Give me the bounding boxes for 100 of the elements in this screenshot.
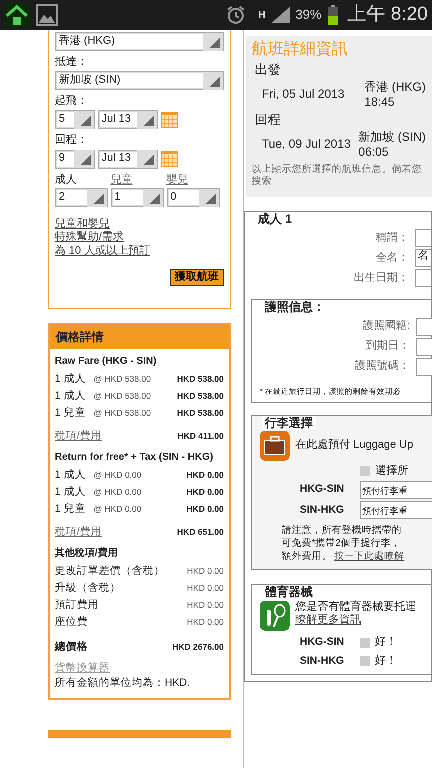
fare-label: 1 成人 — [55, 390, 86, 403]
battery-percent-text: 39% — [296, 6, 322, 24]
calendar-icon[interactable] — [160, 112, 178, 128]
route-label: SIN-HKG — [300, 504, 346, 517]
fieldset-legend: 行李選擇 — [262, 416, 316, 430]
dropdown-arrow-icon — [210, 38, 220, 48]
total-amount: HKD 2676.00 — [172, 642, 224, 653]
text-link[interactable]: 為 10 人或以上預訂 — [55, 244, 150, 257]
taxes-link[interactable]: 稅項/費用 — [55, 430, 102, 443]
month-select[interactable]: Jul 13 — [98, 150, 158, 169]
input-field[interactable] — [415, 229, 431, 248]
taxes-link[interactable]: 稅項/費用 — [55, 526, 102, 539]
segment-label: 回程 — [254, 112, 282, 128]
clock-text: 上午 8:20 — [348, 2, 428, 27]
fare-label: 1 兒童 — [55, 407, 86, 420]
amount-text: HKD 0.00 — [187, 600, 224, 611]
route-label: HKG-SIN — [300, 636, 346, 649]
amount-text: HKD 0.00 — [187, 583, 224, 594]
home-icon[interactable] — [4, 3, 30, 27]
input-field[interactable]: 名 — [415, 249, 431, 268]
month-select[interactable]: Jul 13 — [98, 110, 158, 130]
day-select[interactable]: 9 — [55, 150, 95, 169]
flight-date: Fri, 05 Jul 2013 — [262, 87, 346, 102]
unit-price: @ HKD 538.00 — [94, 374, 152, 385]
field-label: 全名： — [376, 252, 409, 265]
unit-price: @ HKD 538.00 — [94, 391, 152, 402]
fee-label: 預訂費用 — [55, 599, 99, 612]
text-link[interactable]: 兒童和嬰兒 — [55, 218, 110, 230]
passenger-type-link[interactable]: 嬰兒 — [166, 174, 188, 188]
checkbox[interactable] — [360, 638, 370, 648]
passenger-type-label: 成人 — [55, 174, 77, 188]
luggage-note: 請注意，所有登機時攜帶的 可免費*攜帶2個手提行李， 額外費用。 按一下此處瞭解 — [282, 524, 406, 564]
luggage-select[interactable]: 預付行李重 — [360, 501, 432, 520]
total-label: 總價格 — [55, 641, 88, 654]
flight-date: Tue, 09 Jul 2013 — [262, 137, 352, 152]
fare-label: 1 成人 — [55, 486, 86, 499]
destination-select[interactable]: 新加坡 (SIN) — [55, 71, 224, 90]
luggage-select[interactable]: 預付行李重 — [360, 480, 432, 499]
day-select[interactable]: 5 — [55, 110, 95, 130]
fee-label: 更改訂單差價（含稅） — [55, 565, 165, 578]
section-heading: Return for free* + Tax (SIN - HKG) — [55, 452, 214, 464]
checkbox[interactable] — [360, 656, 370, 666]
airport-name: 香港 (HKG) — [364, 80, 426, 95]
amount-text: HKD 0.00 — [186, 470, 224, 481]
network-type-text: H — [258, 8, 266, 22]
flight-time: 06:05 — [358, 144, 390, 159]
amount-text: HKD 0.00 — [186, 487, 224, 498]
more-info-link[interactable]: 按一下此處瞭解 — [334, 550, 405, 562]
search-flights-button[interactable]: 獲取航班 — [170, 268, 224, 286]
fee-label: 升級（含稅） — [55, 582, 121, 595]
sports-text: 您是否有體育器械要托運 — [296, 600, 416, 614]
option-label: 好！ — [375, 654, 397, 668]
field-label: 稱謂： — [376, 232, 409, 245]
section-heading: 其他稅項/費用 — [55, 548, 118, 560]
passenger-type-link[interactable]: 兒童 — [110, 174, 133, 188]
dropdown-arrow-icon — [81, 155, 91, 166]
signal-icon — [272, 7, 290, 23]
checkbox[interactable] — [360, 466, 370, 476]
passenger-count-select[interactable]: 2 — [55, 188, 108, 208]
dropdown-arrow-icon — [81, 116, 91, 126]
dropdown-arrow-icon — [144, 155, 154, 166]
amount-text: HKD 538.00 — [177, 391, 224, 402]
unit-price: @ HKD 0.00 — [94, 504, 143, 515]
input-field[interactable] — [416, 358, 432, 376]
panel-title: 航班詳細資訊 — [252, 40, 349, 60]
luggage-icon — [260, 430, 290, 461]
picture-icon[interactable] — [36, 4, 58, 26]
text-link[interactable]: 特殊幫助/需求 — [55, 231, 124, 244]
calendar-icon[interactable] — [160, 151, 178, 168]
amount-text: HKD 538.00 — [177, 408, 224, 419]
amount-text: HKD 0.00 — [186, 504, 224, 515]
currency-note: 所有金額的單位均為：HKD. — [55, 677, 190, 690]
route-label: HKG-SIN — [300, 483, 346, 496]
airport-name: 新加坡 (SIN) — [358, 130, 426, 145]
input-field[interactable] — [416, 338, 432, 356]
alarm-icon — [226, 5, 246, 25]
passenger-count-select[interactable]: 0 — [166, 188, 220, 208]
field-label: 出生日期： — [354, 272, 409, 285]
info-note: 以上顯示您所選擇的航班信息。倘若您 搜索 — [252, 164, 423, 188]
input-field[interactable] — [415, 269, 431, 288]
dropdown-arrow-icon — [210, 76, 220, 87]
field-label: 護照國籍: — [362, 320, 410, 334]
amount-text: HKD 0.00 — [187, 617, 224, 628]
input-field[interactable] — [416, 318, 432, 336]
amount-text: HKD 411.00 — [178, 431, 224, 442]
dropdown-arrow-icon — [94, 194, 104, 204]
fee-label: 座位費 — [55, 616, 88, 629]
unit-price: @ HKD 538.00 — [94, 408, 152, 419]
passenger-count-select[interactable]: 1 — [110, 188, 164, 208]
origin-select[interactable]: 香港 (HKG) — [55, 32, 224, 51]
field-label: 抵達： — [55, 56, 89, 70]
option-label: 好！ — [375, 636, 397, 650]
more-info-link[interactable]: 瞭解更多資訊 — [296, 614, 362, 626]
amount-text: HKD 538.00 — [177, 374, 224, 385]
dropdown-arrow-icon — [150, 194, 160, 204]
route-label: SIN-HKG — [300, 655, 346, 668]
luggage-text: 在此處預付 Luggage Up — [296, 439, 414, 452]
fare-label: 1 成人 — [55, 469, 86, 482]
card-header: 價格詳情 — [50, 325, 229, 349]
flight-time: 18:45 — [364, 94, 396, 110]
